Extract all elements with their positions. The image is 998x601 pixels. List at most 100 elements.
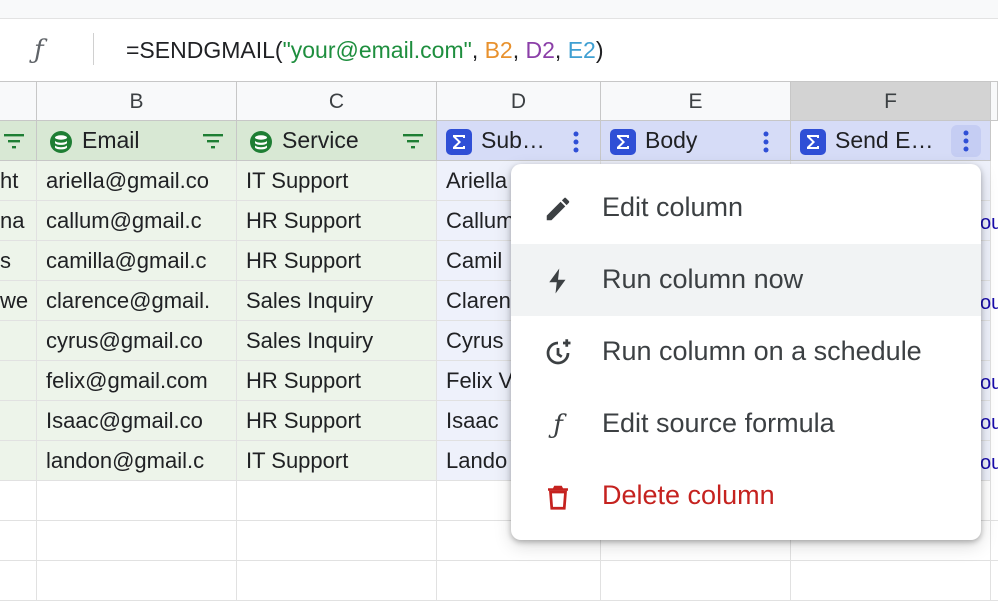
column-header-e[interactable]: E [601, 82, 791, 121]
more-vert-icon[interactable] [961, 130, 971, 152]
empty-cell[interactable] [991, 481, 998, 521]
menu-item-run-column-now[interactable]: Run column now [511, 244, 981, 316]
formula-bar[interactable]: ƒ =SENDGMAIL("your@email.com", B2, D2, E… [0, 19, 998, 82]
menu-label: Run column on a schedule [602, 336, 922, 366]
empty-cell[interactable] [991, 521, 998, 561]
empty-cell[interactable] [37, 561, 237, 601]
header-cell-email[interactable]: Email [37, 121, 237, 161]
table-cell-a[interactable]: s [0, 241, 37, 281]
empty-cell[interactable] [0, 481, 37, 521]
table-cell-a[interactable] [0, 321, 37, 361]
empty-cell[interactable] [237, 481, 437, 521]
menu-item-run-on-schedule[interactable]: Run column on a schedule [511, 316, 981, 388]
link-fragment: ou [980, 412, 998, 434]
menu-item-delete-column[interactable]: Delete column [511, 460, 981, 532]
menu-label: Run column now [602, 264, 804, 294]
table-cell-service[interactable]: Sales Inquiry [237, 281, 437, 321]
empty-cell[interactable] [237, 561, 437, 601]
link-fragment: ou [980, 292, 998, 314]
pencil-icon [546, 197, 570, 221]
table-cell-a[interactable]: na [0, 201, 37, 241]
database-icon [250, 131, 272, 153]
menu-label: Edit source formula [602, 408, 835, 438]
table-cell-service[interactable]: HR Support [237, 361, 437, 401]
empty-cell[interactable] [37, 481, 237, 521]
formula-sep: , [554, 37, 568, 63]
header-label-body: Body [645, 127, 698, 153]
column-header-d[interactable]: D [437, 82, 601, 121]
bolt-icon [549, 268, 566, 294]
table-cell-email[interactable]: clarence@gmail. [37, 281, 237, 321]
table-cell-service[interactable]: IT Support [237, 441, 437, 481]
column-header-g[interactable] [991, 82, 998, 121]
header-label-service: Service [282, 127, 359, 153]
header-cell-service[interactable]: Service [237, 121, 437, 161]
table-cell-email[interactable]: Isaac@gmail.co [37, 401, 237, 441]
table-cell-a[interactable]: ht [0, 161, 37, 201]
top-strip [0, 0, 998, 19]
empty-cell[interactable] [601, 561, 791, 601]
empty-cell[interactable] [37, 521, 237, 561]
table-cell-email[interactable]: ariella@gmail.co [37, 161, 237, 201]
empty-cell[interactable] [991, 561, 998, 601]
link-fragment: ou [980, 372, 998, 394]
sigma-icon [446, 129, 472, 155]
formula-suffix: ) [595, 37, 604, 63]
table-cell-email[interactable]: landon@gmail.c [37, 441, 237, 481]
column-context-menu: Edit column Run column now Run column on… [511, 164, 981, 540]
empty-cell[interactable] [437, 561, 601, 601]
filter-icon[interactable] [4, 133, 24, 149]
menu-label: Delete column [602, 480, 775, 510]
table-cell-a[interactable] [0, 401, 37, 441]
formula-ref-b2: B2 [484, 37, 513, 63]
formula-sep: , [512, 37, 526, 63]
filter-icon[interactable] [203, 133, 223, 149]
header-label-email: Email [82, 127, 140, 153]
header-cell-a[interactable] [0, 121, 37, 161]
header-label-subject: Sub… [481, 127, 545, 153]
menu-label: Edit column [602, 192, 744, 222]
table-cell-service[interactable]: Sales Inquiry [237, 321, 437, 361]
more-vert-icon[interactable] [571, 131, 581, 153]
table-cell-email[interactable]: callum@gmail.c [37, 201, 237, 241]
table-cell-a[interactable]: we [0, 281, 37, 321]
table-cell-service[interactable]: HR Support [237, 241, 437, 281]
formula-sep: , [471, 37, 485, 63]
column-header-a[interactable] [0, 82, 37, 121]
sigma-icon [800, 129, 826, 155]
more-vert-icon[interactable] [761, 131, 771, 153]
header-label-send-email: Send E… [835, 127, 934, 153]
table-cell-service[interactable]: HR Support [237, 401, 437, 441]
column-header-b[interactable]: B [37, 82, 237, 121]
function-icon: ƒ [34, 35, 44, 65]
filter-icon[interactable] [403, 133, 423, 149]
table-cell-email[interactable]: camilla@gmail.c [37, 241, 237, 281]
table-cell-a[interactable] [0, 361, 37, 401]
formula-ref-e2: E2 [567, 37, 596, 63]
table-cell-email[interactable]: felix@gmail.com [37, 361, 237, 401]
more-vert-button[interactable] [951, 125, 981, 157]
table-cell-service[interactable]: IT Support [237, 161, 437, 201]
header-cell-body[interactable]: Body [601, 121, 791, 161]
empty-cell[interactable] [237, 521, 437, 561]
column-header-c[interactable]: C [237, 82, 437, 121]
header-cell-subject[interactable]: Sub… [437, 121, 601, 161]
table-cell-service[interactable]: HR Support [237, 201, 437, 241]
empty-cell[interactable] [0, 561, 37, 601]
function-icon: ƒ [553, 410, 563, 440]
sigma-icon [610, 129, 636, 155]
column-header-f[interactable]: F [791, 82, 991, 121]
empty-cell[interactable] [0, 521, 37, 561]
trash-icon [548, 485, 568, 510]
link-fragment: ou [980, 212, 998, 234]
table-cell-email[interactable]: cyrus@gmail.co [37, 321, 237, 361]
header-cell-send-email[interactable]: Send E… [791, 121, 991, 161]
formula-divider [93, 33, 94, 65]
menu-item-edit-column[interactable]: Edit column [511, 172, 981, 244]
formula-input[interactable]: =SENDGMAIL("your@email.com", B2, D2, E2) [126, 37, 604, 64]
empty-cell[interactable] [791, 561, 991, 601]
link-fragment: ou [980, 452, 998, 474]
formula-ref-d2: D2 [525, 37, 555, 63]
table-cell-a[interactable] [0, 441, 37, 481]
menu-item-edit-source-formula[interactable]: ƒ Edit source formula [511, 388, 981, 460]
